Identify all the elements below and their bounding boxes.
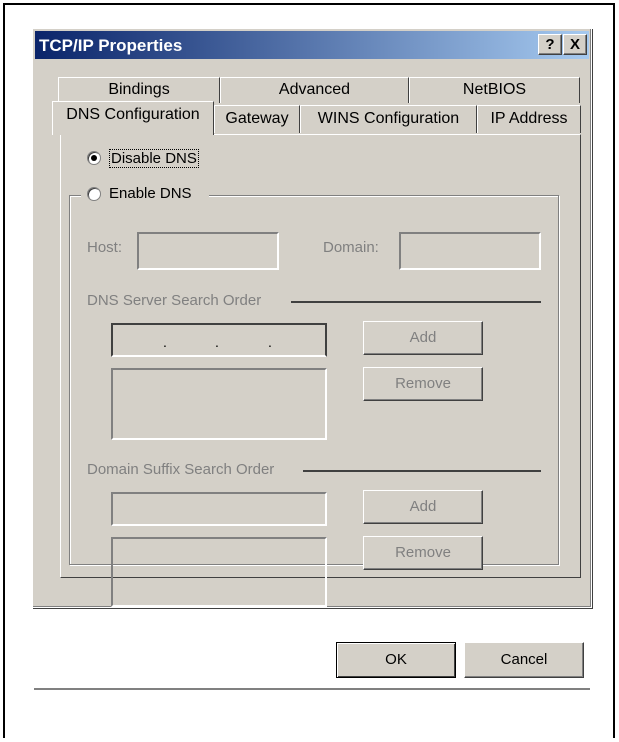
add-button-label: Add <box>409 498 437 515</box>
domain-suffix-list[interactable] <box>111 537 327 607</box>
domain-suffix-search-order-label: Domain Suffix Search Order <box>87 461 275 478</box>
tab-netbios[interactable]: NetBIOS <box>409 77 580 103</box>
host-field[interactable] <box>137 232 279 270</box>
dns-server-remove-button[interactable]: Remove <box>363 367 483 401</box>
dns-configuration-panel: Disable DNS Enable DNS Host: Domain: DNS… <box>60 134 581 607</box>
cancel-button[interactable]: Cancel <box>464 642 584 678</box>
window-title: TCP/IP Properties <box>39 36 183 55</box>
domain-label: Domain: <box>323 239 379 256</box>
disable-dns-radio[interactable] <box>87 151 101 165</box>
remove-button-label: Remove <box>395 544 451 561</box>
add-button-label: Add <box>409 329 437 346</box>
ip-octet-separator: . <box>163 334 167 350</box>
domain-field[interactable] <box>399 232 541 270</box>
ip-octet-separator: . <box>268 334 272 350</box>
dns-server-list[interactable] <box>111 368 327 440</box>
tab-wins-configuration[interactable]: WINS Configuration <box>300 105 477 133</box>
ip-octet-separator: . <box>215 334 219 350</box>
domain-suffix-remove-button[interactable]: Remove <box>363 536 483 570</box>
tab-dns-configuration[interactable]: DNS Configuration <box>52 101 214 135</box>
close-button[interactable]: X <box>563 34 587 55</box>
footer-separator <box>34 688 590 691</box>
dns-server-search-order-label: DNS Server Search Order <box>87 292 262 309</box>
domain-suffix-add-button[interactable]: Add <box>363 490 483 524</box>
separator-line <box>303 470 541 472</box>
disable-dns-label[interactable]: Disable DNS <box>109 149 199 168</box>
tab-advanced[interactable]: Advanced <box>220 77 409 103</box>
separator-line <box>291 301 541 303</box>
enable-dns-radio[interactable] <box>87 187 101 201</box>
host-label: Host: <box>87 239 123 256</box>
dns-server-ip-input[interactable]: . . . <box>111 323 327 357</box>
radio-selected-dot <box>91 155 97 161</box>
tab-ip-address[interactable]: IP Address <box>477 105 581 133</box>
help-button[interactable]: ? <box>538 34 562 55</box>
dns-server-add-button[interactable]: Add <box>363 321 483 355</box>
ok-button[interactable]: OK <box>336 642 456 678</box>
enable-dns-label[interactable]: Enable DNS <box>109 185 192 202</box>
tab-gateway[interactable]: Gateway <box>214 105 300 133</box>
remove-button-label: Remove <box>395 375 451 392</box>
tab-bindings[interactable]: Bindings <box>58 77 220 103</box>
title-bar: TCP/IP Properties ? X <box>35 31 589 59</box>
domain-suffix-input[interactable] <box>111 492 327 526</box>
